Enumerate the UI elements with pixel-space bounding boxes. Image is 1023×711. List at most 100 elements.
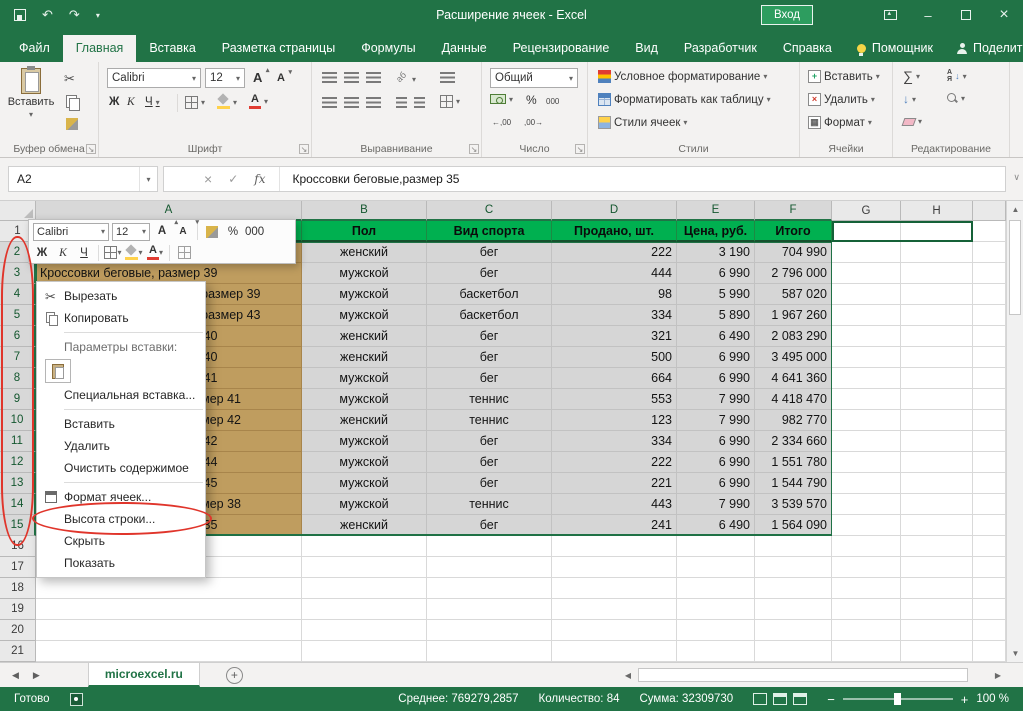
cell-D13[interactable]: 221 — [552, 473, 677, 494]
row-header-19[interactable]: 19 — [0, 599, 36, 620]
tab-разработчик[interactable]: Разработчик — [671, 35, 770, 62]
vertical-scrollbar[interactable]: ▲ ▼ — [1006, 201, 1023, 662]
cell-B19[interactable] — [302, 599, 427, 620]
cell-D2[interactable]: 222 — [552, 242, 677, 263]
cell-D18[interactable] — [552, 578, 677, 599]
cell-G17[interactable] — [832, 557, 901, 578]
cell-G21[interactable] — [832, 641, 901, 662]
cell-F3[interactable]: 2 796 000 — [755, 263, 832, 284]
undo-icon[interactable]: ↶ — [42, 7, 53, 23]
clear-button[interactable]: ▾ — [903, 117, 922, 126]
cell-B1[interactable]: Пол — [302, 221, 427, 242]
cell-E6[interactable]: 6 490 — [677, 326, 755, 347]
mini-fill-color-button[interactable]: ▾ — [125, 244, 143, 262]
row-header-8[interactable]: 8 — [0, 368, 36, 389]
cell-G1[interactable] — [832, 221, 901, 242]
cell-H2[interactable] — [901, 242, 973, 263]
cell-C2[interactable]: бег — [427, 242, 552, 263]
cell-H21[interactable] — [901, 641, 973, 662]
cell-H13[interactable] — [901, 473, 973, 494]
cell-E14[interactable]: 7 990 — [677, 494, 755, 515]
row-header-13[interactable]: 13 — [0, 473, 36, 494]
cell-D15[interactable]: 241 — [552, 515, 677, 536]
cell-F18[interactable] — [755, 578, 832, 599]
mini-font-size-combo[interactable]: 12▾ — [112, 223, 150, 241]
cell-E20[interactable] — [677, 620, 755, 641]
cell-H14[interactable] — [901, 494, 973, 515]
column-header-C[interactable]: C — [427, 201, 552, 221]
cell-I10[interactable] — [973, 410, 1006, 431]
hscroll-right-icon[interactable]: ▶ — [990, 666, 1006, 684]
cell-I2[interactable] — [973, 242, 1006, 263]
shrink-font-icon[interactable]: А▾ — [277, 73, 285, 84]
cell-I13[interactable] — [973, 473, 1006, 494]
sheet-nav-left-icon[interactable]: ◀ — [12, 670, 19, 681]
tab-вид[interactable]: Вид — [622, 35, 671, 62]
cell-H10[interactable] — [901, 410, 973, 431]
row-header-5[interactable]: 5 — [0, 305, 36, 326]
row-header-7[interactable]: 7 — [0, 347, 36, 368]
font-size-combo[interactable]: 12▾ — [205, 68, 245, 88]
cell-C20[interactable] — [427, 620, 552, 641]
cell-F12[interactable]: 1 551 780 — [755, 452, 832, 473]
bold-button[interactable]: Ж — [109, 96, 119, 108]
cell-G3[interactable] — [832, 263, 901, 284]
orientation-icon[interactable]: аб — [394, 70, 408, 84]
mini-underline-button[interactable]: Ч — [75, 244, 93, 262]
cell-I17[interactable] — [973, 557, 1006, 578]
cell-B13[interactable]: мужской — [302, 473, 427, 494]
cell-H3[interactable] — [901, 263, 973, 284]
cell-E12[interactable]: 6 990 — [677, 452, 755, 473]
cell-C3[interactable]: бег — [427, 263, 552, 284]
cell-H17[interactable] — [901, 557, 973, 578]
borders-button[interactable]: ▾ — [185, 96, 205, 109]
cell-G11[interactable] — [832, 431, 901, 452]
cell-A18[interactable] — [36, 578, 302, 599]
cell-C12[interactable]: бег — [427, 452, 552, 473]
menu-item-вырезать[interactable]: ✂Вырезать — [37, 285, 205, 307]
cell-D16[interactable] — [552, 536, 677, 557]
sort-filter-button[interactable]: АЯ↓▾ — [947, 69, 967, 83]
macro-record-icon[interactable] — [70, 693, 83, 706]
row-header-3[interactable]: 3 — [0, 263, 36, 284]
cell-E10[interactable]: 7 990 — [677, 410, 755, 431]
save-icon[interactable] — [14, 9, 26, 21]
mini-borders-button[interactable]: ▾ — [104, 244, 122, 262]
cell-G8[interactable] — [832, 368, 901, 389]
insert-cells-button[interactable]: + Вставить▾ — [808, 70, 880, 83]
increase-indent-icon[interactable] — [414, 97, 425, 108]
cell-D10[interactable]: 123 — [552, 410, 677, 431]
number-dialog-launcher[interactable]: ↘ — [575, 144, 585, 154]
row-header-6[interactable]: 6 — [0, 326, 36, 347]
column-header-E[interactable]: E — [677, 201, 755, 221]
cell-B2[interactable]: женский — [302, 242, 427, 263]
cell-G12[interactable] — [832, 452, 901, 473]
cell-E17[interactable] — [677, 557, 755, 578]
cell-F6[interactable]: 2 083 290 — [755, 326, 832, 347]
column-header-F[interactable]: F — [755, 201, 832, 221]
comma-style-button[interactable]: 000 — [546, 97, 559, 106]
decrease-indent-icon[interactable] — [396, 97, 407, 108]
cell-B10[interactable]: женский — [302, 410, 427, 431]
menu-item-формат-ячеек[interactable]: Формат ячеек... — [37, 486, 205, 508]
cell-F7[interactable]: 3 495 000 — [755, 347, 832, 368]
mini-comma-icon[interactable]: 000 — [245, 223, 264, 241]
hscroll-left-icon[interactable]: ◀ — [620, 666, 636, 684]
cell-D11[interactable]: 334 — [552, 431, 677, 452]
enter-icon[interactable]: ✓ — [228, 172, 238, 186]
row-header-20[interactable]: 20 — [0, 620, 36, 641]
cell-I12[interactable] — [973, 452, 1006, 473]
qat-customize-icon[interactable]: ▾ — [96, 11, 100, 20]
alignment-dialog-launcher[interactable]: ↘ — [469, 144, 479, 154]
cell-G10[interactable] — [832, 410, 901, 431]
cell-C9[interactable]: теннис — [427, 389, 552, 410]
menu-item-копировать[interactable]: Копировать — [37, 307, 205, 329]
cell-D20[interactable] — [552, 620, 677, 641]
cell-C21[interactable] — [427, 641, 552, 662]
cell-F20[interactable] — [755, 620, 832, 641]
tab-данные[interactable]: Данные — [429, 35, 500, 62]
cell-I16[interactable] — [973, 536, 1006, 557]
font-dialog-launcher[interactable]: ↘ — [299, 144, 309, 154]
cell-C5[interactable]: баскетбол — [427, 305, 552, 326]
sheet-nav-right-icon[interactable]: ▶ — [33, 670, 40, 681]
